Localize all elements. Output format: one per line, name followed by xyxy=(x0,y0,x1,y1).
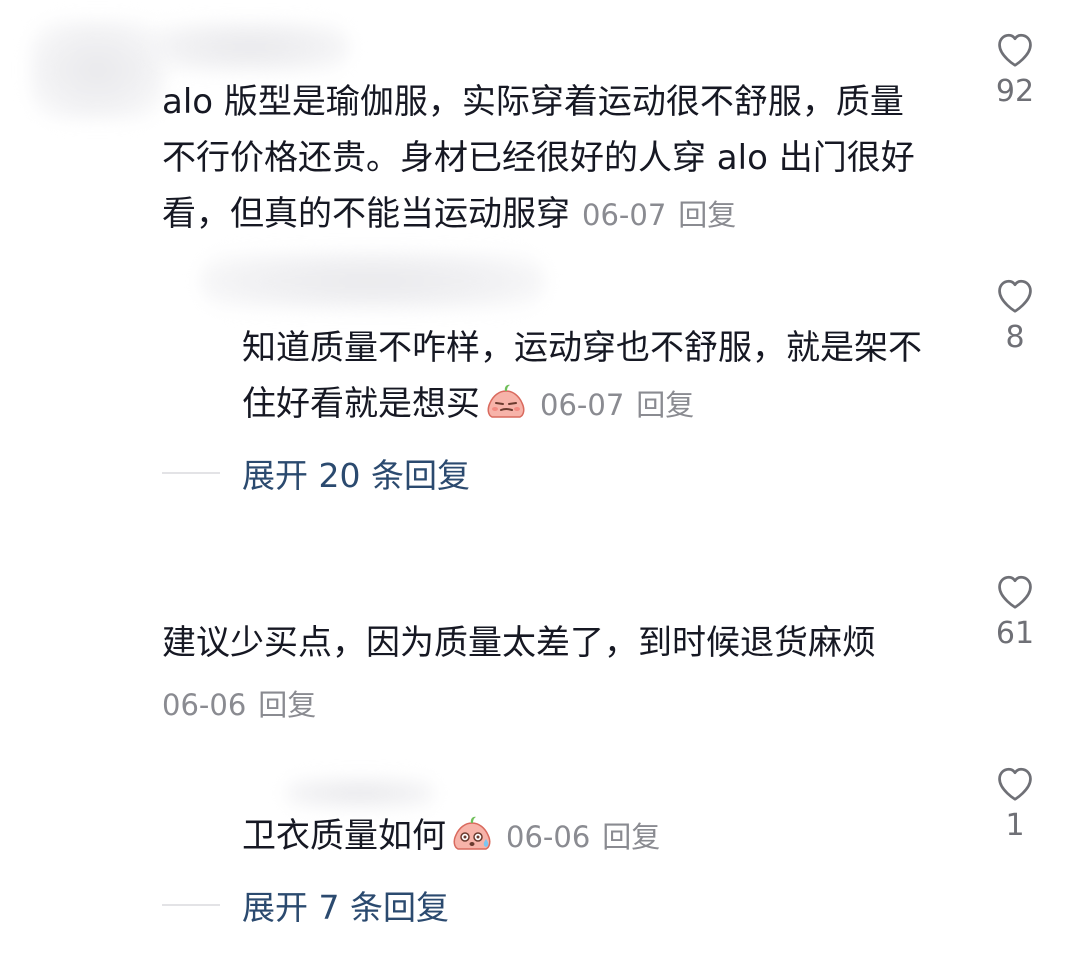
comment-text: 卫衣质量如何 06-06 回复 xyxy=(242,808,962,865)
like-button[interactable]: 92 xyxy=(975,28,1055,109)
expand-replies-button[interactable]: 展开 20 条回复 xyxy=(162,448,470,498)
heart-icon xyxy=(998,767,1032,801)
heart-icon xyxy=(998,279,1032,313)
blurred-username xyxy=(200,252,545,310)
expand-replies-label: 展开 7 条回复 xyxy=(242,888,449,927)
divider-line xyxy=(162,472,220,474)
comment-date: 06-06 xyxy=(506,820,591,854)
blurred-username xyxy=(150,22,350,72)
like-count: 1 xyxy=(1005,808,1025,843)
comment-text: 建议少买点，因为质量太差了，到时候退货麻烦 xyxy=(162,623,876,663)
comment-date: 06-07 xyxy=(540,388,625,422)
reply-button[interactable]: 回复 xyxy=(602,820,660,854)
comment-text: 知道质量不咋样，运动穿也不舒服，就是架不 住好看就是想买 06-07 回复 xyxy=(242,328,922,424)
reply-button[interactable]: 回复 xyxy=(258,688,316,722)
like-count: 61 xyxy=(995,616,1035,651)
blurred-avatar xyxy=(30,20,165,120)
smirk-face-emoji xyxy=(487,384,525,418)
reply-button[interactable]: 回复 xyxy=(678,198,736,232)
comment-date: 06-06 xyxy=(162,688,247,722)
like-button[interactable]: 61 xyxy=(975,570,1055,651)
expand-replies-label: 展开 20 条回复 xyxy=(242,456,470,495)
like-count: 8 xyxy=(1005,320,1025,355)
heart-icon xyxy=(998,33,1032,67)
heart-icon xyxy=(998,575,1032,609)
like-count: 92 xyxy=(995,74,1035,109)
comment-text: alo 版型是瑜伽服，实际穿着运动很不舒服，质量 不行价格还贵。身材已经很好的人… xyxy=(162,82,915,234)
expand-replies-button[interactable]: 展开 7 条回复 xyxy=(162,880,449,930)
divider-line xyxy=(162,904,220,906)
reply-button[interactable]: 回复 xyxy=(636,388,694,422)
comment-date: 06-07 xyxy=(582,198,667,232)
sweat-face-emoji xyxy=(453,816,491,850)
blurred-username xyxy=(285,778,435,808)
comment-meta: 06-06 回复 xyxy=(162,682,316,724)
like-button[interactable]: 1 xyxy=(975,762,1055,843)
like-button[interactable]: 8 xyxy=(975,274,1055,355)
